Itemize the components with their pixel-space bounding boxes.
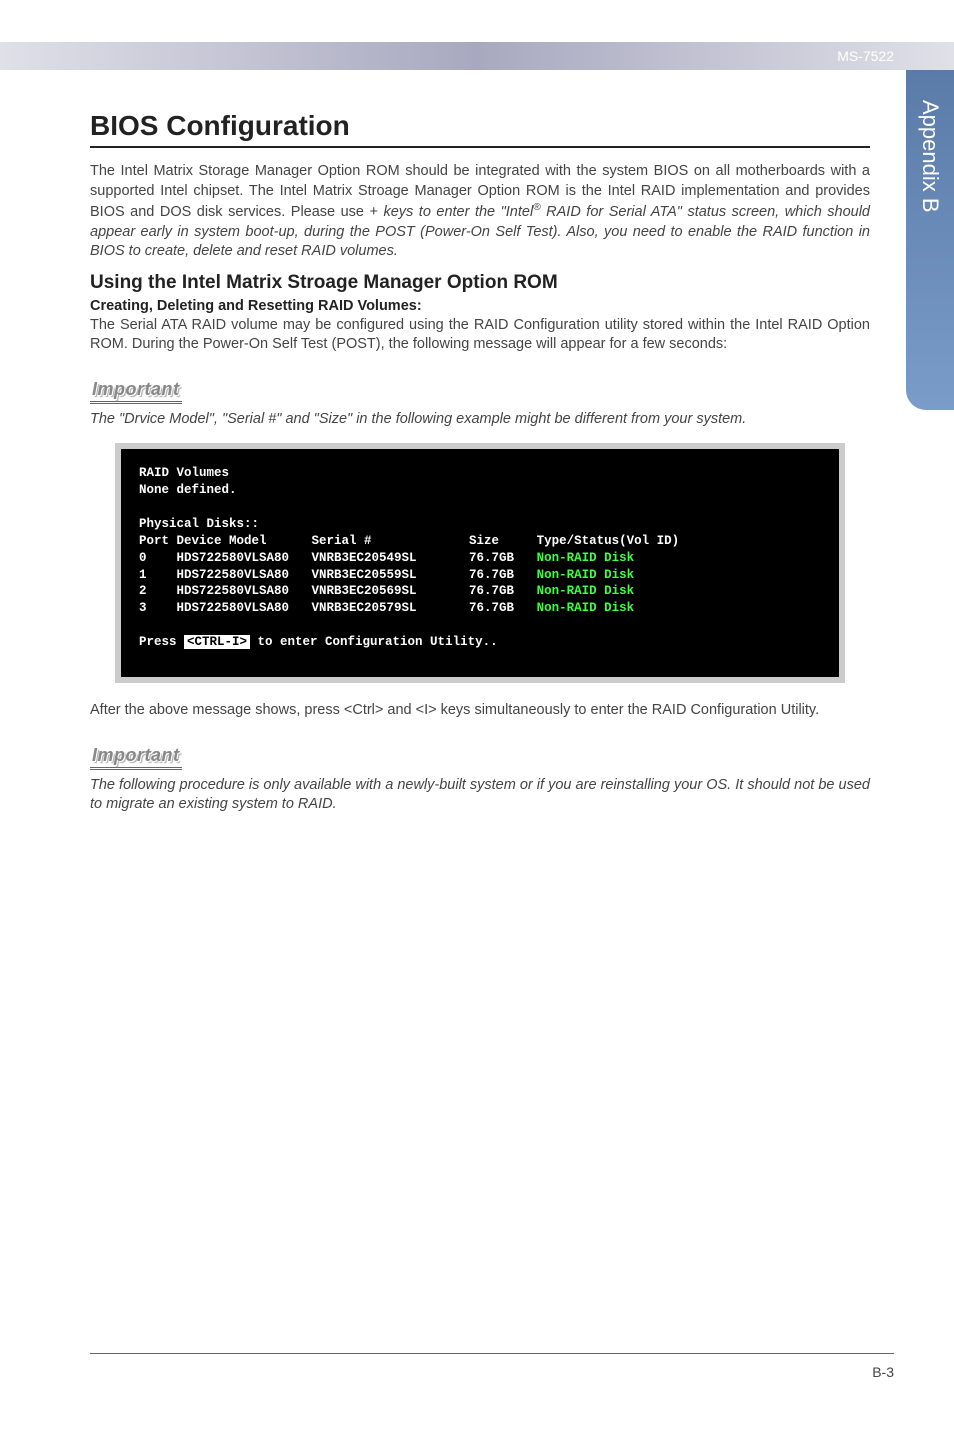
after-terminal-paragraph: After the above message shows, press <Ct… [90, 701, 870, 721]
intro-paragraph: The Intel Matrix Storage Manager Option … [90, 162, 870, 262]
terminal-screenshot: RAID Volumes None defined. Physical Disk… [115, 443, 845, 683]
footer-divider [90, 1353, 894, 1354]
side-tab-appendix: Appendix B [906, 70, 954, 410]
note-1: The "Drvice Model", "Serial #" and "Size… [90, 410, 870, 430]
subsection-heading: Using the Intel Matrix Stroage Manager O… [90, 272, 870, 294]
paragraph-2: The Serial ATA RAID volume may be config… [90, 316, 870, 355]
doc-id-label: MS-7522 [837, 48, 894, 64]
header-bar [0, 42, 954, 70]
note-2: The following procedure is only availabl… [90, 776, 870, 815]
page-number: B-3 [872, 1364, 894, 1380]
bold-subtitle: Creating, Deleting and Resetting RAID Vo… [90, 298, 870, 314]
important-label-2: Important [90, 745, 182, 770]
important-label-1: Important [90, 379, 182, 404]
section-title: BIOS Configuration [90, 110, 870, 148]
